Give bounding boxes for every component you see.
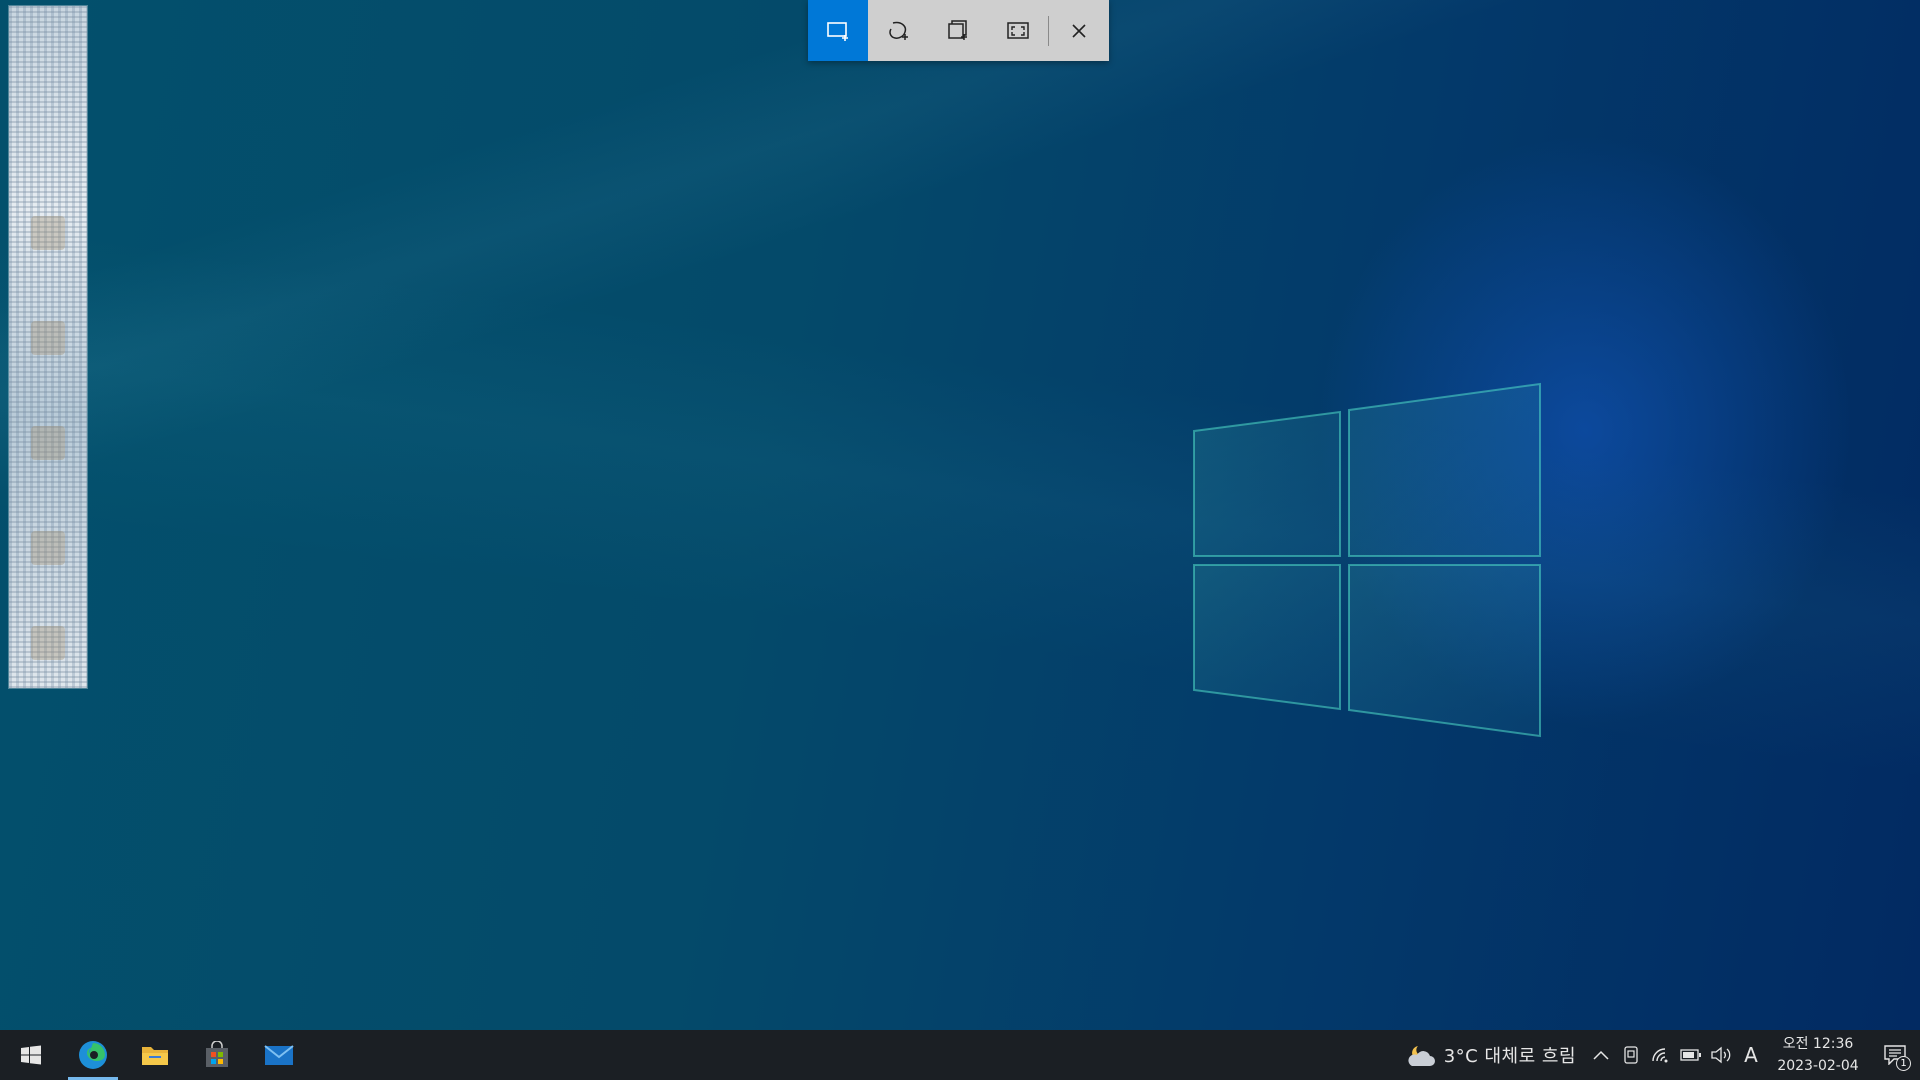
blurred-desktop-icon <box>31 426 65 460</box>
clock[interactable]: 오전 12:36 2023-02-04 <box>1766 1033 1870 1077</box>
taskbar-app-file-explorer[interactable] <box>124 1030 186 1080</box>
battery-button[interactable] <box>1676 1030 1706 1080</box>
taskbar: 3°C 대체로 흐림 A 오전 12:36 2023-02-04 1 <box>0 1030 1920 1080</box>
show-hidden-icons-button[interactable] <box>1586 1030 1616 1080</box>
network-button[interactable] <box>1646 1030 1676 1080</box>
snip-toolbar <box>808 0 1109 61</box>
touch-keyboard-button[interactable] <box>1616 1030 1646 1080</box>
wallpaper-light-beam <box>0 0 1920 1030</box>
windows-logo-wallpaper <box>1193 382 1541 738</box>
fullscreen-snip-button[interactable] <box>988 0 1048 61</box>
rectangular-snip-button[interactable] <box>808 0 868 61</box>
taskbar-app-store[interactable] <box>186 1030 248 1080</box>
close-icon <box>1072 23 1086 38</box>
blurred-desktop-icon <box>31 216 65 250</box>
close-snip-button[interactable] <box>1049 0 1109 61</box>
weather-text: 3°C 대체로 흐림 <box>1443 1046 1576 1067</box>
mail-icon <box>264 1045 294 1065</box>
cloudy-night-icon <box>1408 1046 1435 1066</box>
taskbar-app-edge[interactable] <box>62 1030 124 1080</box>
store-icon <box>206 1041 228 1067</box>
blurred-desktop-icon <box>31 531 65 565</box>
window-snip-button[interactable] <box>928 0 988 61</box>
window-snip-icon <box>948 19 967 40</box>
action-center-button[interactable]: 1 <box>1870 1030 1920 1080</box>
clock-date: 2023-02-04 <box>1777 1058 1859 1074</box>
taskbar-app-mail[interactable] <box>248 1030 310 1080</box>
wallpaper-light-beam <box>0 0 1920 1030</box>
fullscreen-snip-icon <box>1007 21 1029 39</box>
wifi-icon <box>1652 1048 1668 1063</box>
notification-count-badge: 1 <box>1896 1056 1911 1071</box>
volume-icon <box>1711 1046 1731 1064</box>
blurred-desktop-icon <box>31 321 65 355</box>
freeform-snip-button[interactable] <box>868 0 928 61</box>
freeform-snip-icon <box>889 21 908 40</box>
volume-button[interactable] <box>1706 1030 1736 1080</box>
battery-icon <box>1680 1049 1701 1061</box>
folder-icon <box>142 1047 168 1065</box>
clock-time: 오전 12:36 <box>1782 1036 1854 1052</box>
desktop-wallpaper <box>0 0 1920 1030</box>
blurred-desktop-icon <box>31 626 65 660</box>
start-button[interactable] <box>0 1030 62 1080</box>
input-method-indicator[interactable]: A <box>1736 1043 1766 1067</box>
captured-desktop-strip <box>9 6 87 688</box>
chevron-up-icon <box>1593 1050 1609 1060</box>
rectangular-snip-icon <box>827 21 848 41</box>
windows-start-icon <box>21 1045 41 1065</box>
weather-widget[interactable]: 3°C 대체로 흐림 <box>1396 1030 1586 1080</box>
system-tray: 3°C 대체로 흐림 A 오전 12:36 2023-02-04 1 <box>1396 1030 1920 1080</box>
touch-keyboard-icon <box>1624 1046 1638 1064</box>
edge-icon <box>79 1041 107 1069</box>
